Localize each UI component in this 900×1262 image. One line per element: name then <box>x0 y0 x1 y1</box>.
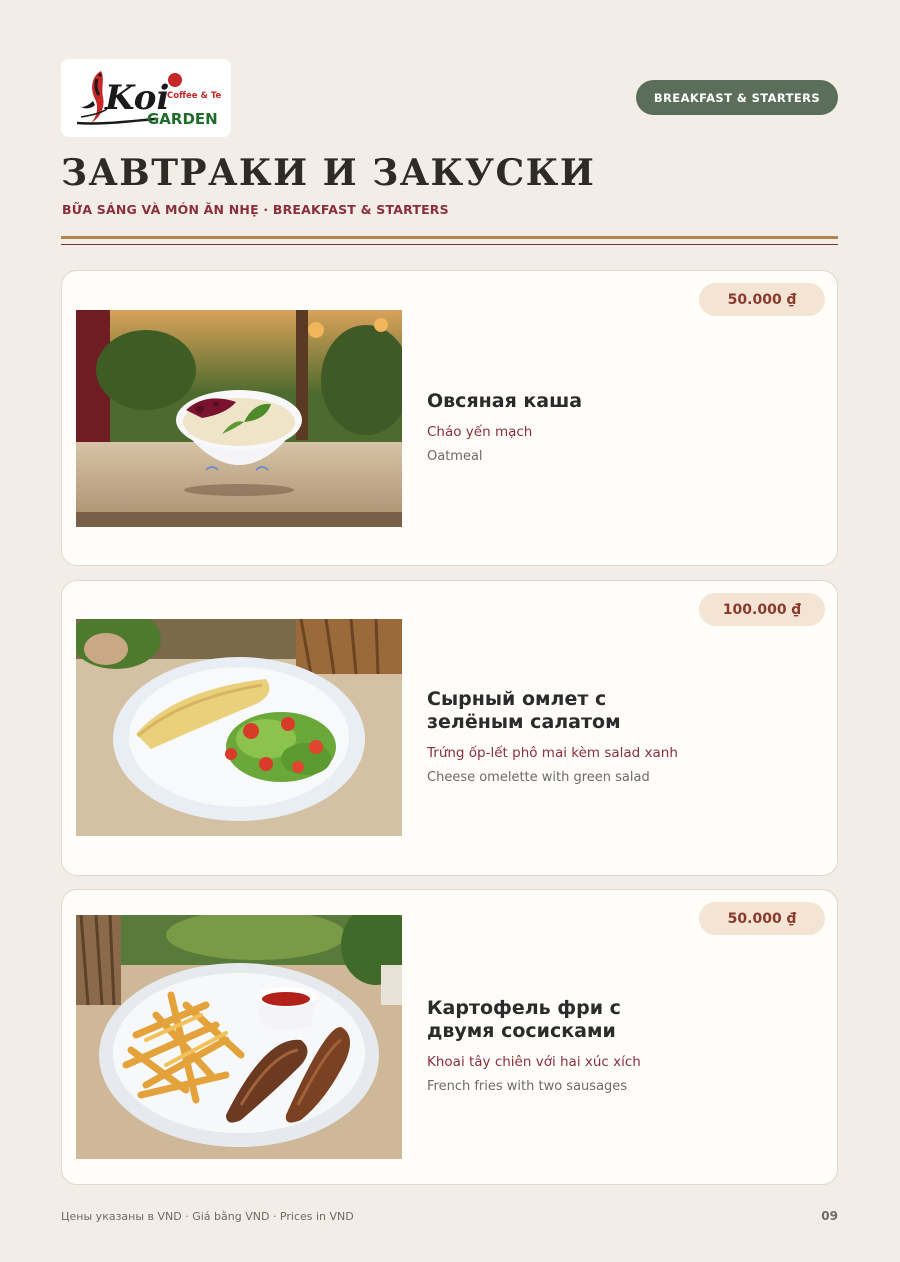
dish-name-vi: Khoai tây chiên với hai xúc xích <box>427 1054 641 1070</box>
page-number: 09 <box>821 1209 838 1223</box>
brand-logo: Koi Coffee & Tea GARDEN <box>61 59 231 137</box>
footer-note: Цены указаны в VND · Giá bằng VND · Pric… <box>61 1210 354 1223</box>
svg-text:Coffee & Tea: Coffee & Tea <box>167 91 221 101</box>
dish-name-en: French fries with two sausages <box>427 1079 628 1094</box>
dish-name-en: Cheese omelette with green salad <box>427 770 650 785</box>
koi-logo-icon: Koi Coffee & Tea GARDEN <box>76 71 221 128</box>
dish-name-vi: Cháo yến mạch <box>427 424 533 440</box>
dish-name-ru: Сырный омлет с зелёным салатом <box>427 688 621 733</box>
menu-item-card[interactable]: 50.000 ₫ <box>61 889 838 1185</box>
dish-name-en: Oatmeal <box>427 449 483 464</box>
dish-name-ru: Овсяная каша <box>427 390 583 412</box>
menu-item-card[interactable]: 50.000 ₫ <box>61 270 838 566</box>
price-badge: 50.000 ₫ <box>699 283 825 316</box>
category-pill[interactable]: BREAKFAST & STARTERS <box>636 80 838 115</box>
dish-name-vi: Trứng ốp-lết phô mai kèm salad xanh <box>427 745 678 761</box>
page-title: ЗАВТРАКИ И ЗАКУСКИ <box>61 152 596 194</box>
omelette-plate-photo <box>76 619 402 836</box>
divider-dark <box>61 244 838 245</box>
menu-page: Koi Coffee & Tea GARDEN BREAKFAST & STAR… <box>0 0 900 1262</box>
divider-gold <box>61 236 838 239</box>
menu-item-card[interactable]: 100.000 ₫ Сырный омлет с зелёным салатом… <box>61 580 838 876</box>
price-badge: 100.000 ₫ <box>699 593 825 626</box>
dish-name-ru: Картофель фри с двумя сосисками <box>427 997 621 1042</box>
fries-sausages-photo <box>76 915 402 1159</box>
page-subtitle: BỮA SÁNG VÀ MÓN ĂN NHẸ · BREAKFAST & STA… <box>62 202 449 217</box>
oatmeal-bowl-photo <box>76 310 402 527</box>
svg-text:GARDEN: GARDEN <box>147 110 218 128</box>
price-badge: 50.000 ₫ <box>699 902 825 935</box>
